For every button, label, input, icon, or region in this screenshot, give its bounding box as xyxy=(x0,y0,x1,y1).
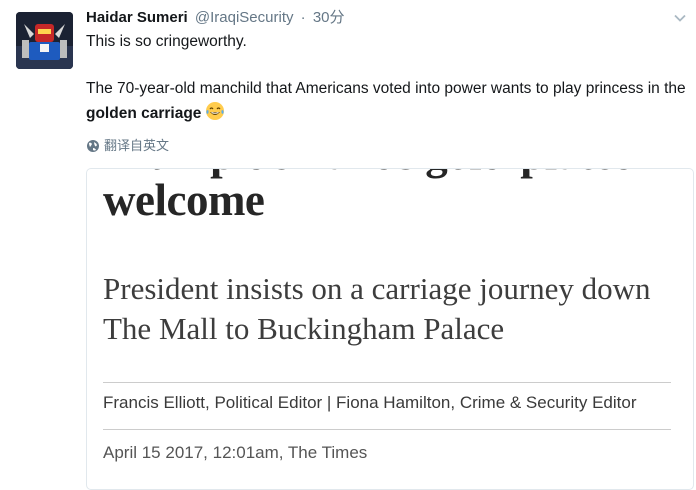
article-card[interactable]: Trump demands gold-plated welcome Presid… xyxy=(86,168,694,490)
tweet-timestamp[interactable]: 30分 xyxy=(313,9,345,26)
article-byline: Francis Elliott, Political Editor | Fion… xyxy=(103,393,637,412)
face-with-tears-of-joy-emoji xyxy=(206,102,225,120)
avatar[interactable] xyxy=(16,12,73,69)
user-handle[interactable]: @IraqiSecurity xyxy=(195,9,294,26)
chevron-down-icon[interactable] xyxy=(674,12,686,24)
tweet-text: This is so cringeworthy. The 70-year-old… xyxy=(86,30,694,126)
tweet-text-line1: This is so cringeworthy. xyxy=(86,33,247,50)
tweet-text-paragraph: The 70-year-old manchild that Americans … xyxy=(86,77,694,126)
translate-link[interactable]: 翻译自英文 xyxy=(86,136,169,156)
article-subhead: President insists on a carriage journey … xyxy=(103,271,651,346)
article-headline: Trump demands gold-plated welcome xyxy=(103,169,638,225)
divider xyxy=(103,429,671,430)
article-dateline: April 15 2017, 12:01am, The Times xyxy=(103,443,368,462)
avatar-image xyxy=(16,12,73,69)
tweet-text-bold: golden carriage xyxy=(86,105,202,122)
translate-label[interactable]: 翻译自英文 xyxy=(104,136,169,156)
divider xyxy=(103,382,671,383)
tweet-text-p2-start: The 70-year-old manchild that Americans … xyxy=(86,80,686,97)
globe-icon xyxy=(87,140,99,152)
separator-dot: · xyxy=(300,9,306,26)
display-name[interactable]: Haidar Sumeri xyxy=(86,9,188,26)
tweet-header: Haidar Sumeri @IraqiSecurity · 30分 xyxy=(86,8,345,28)
